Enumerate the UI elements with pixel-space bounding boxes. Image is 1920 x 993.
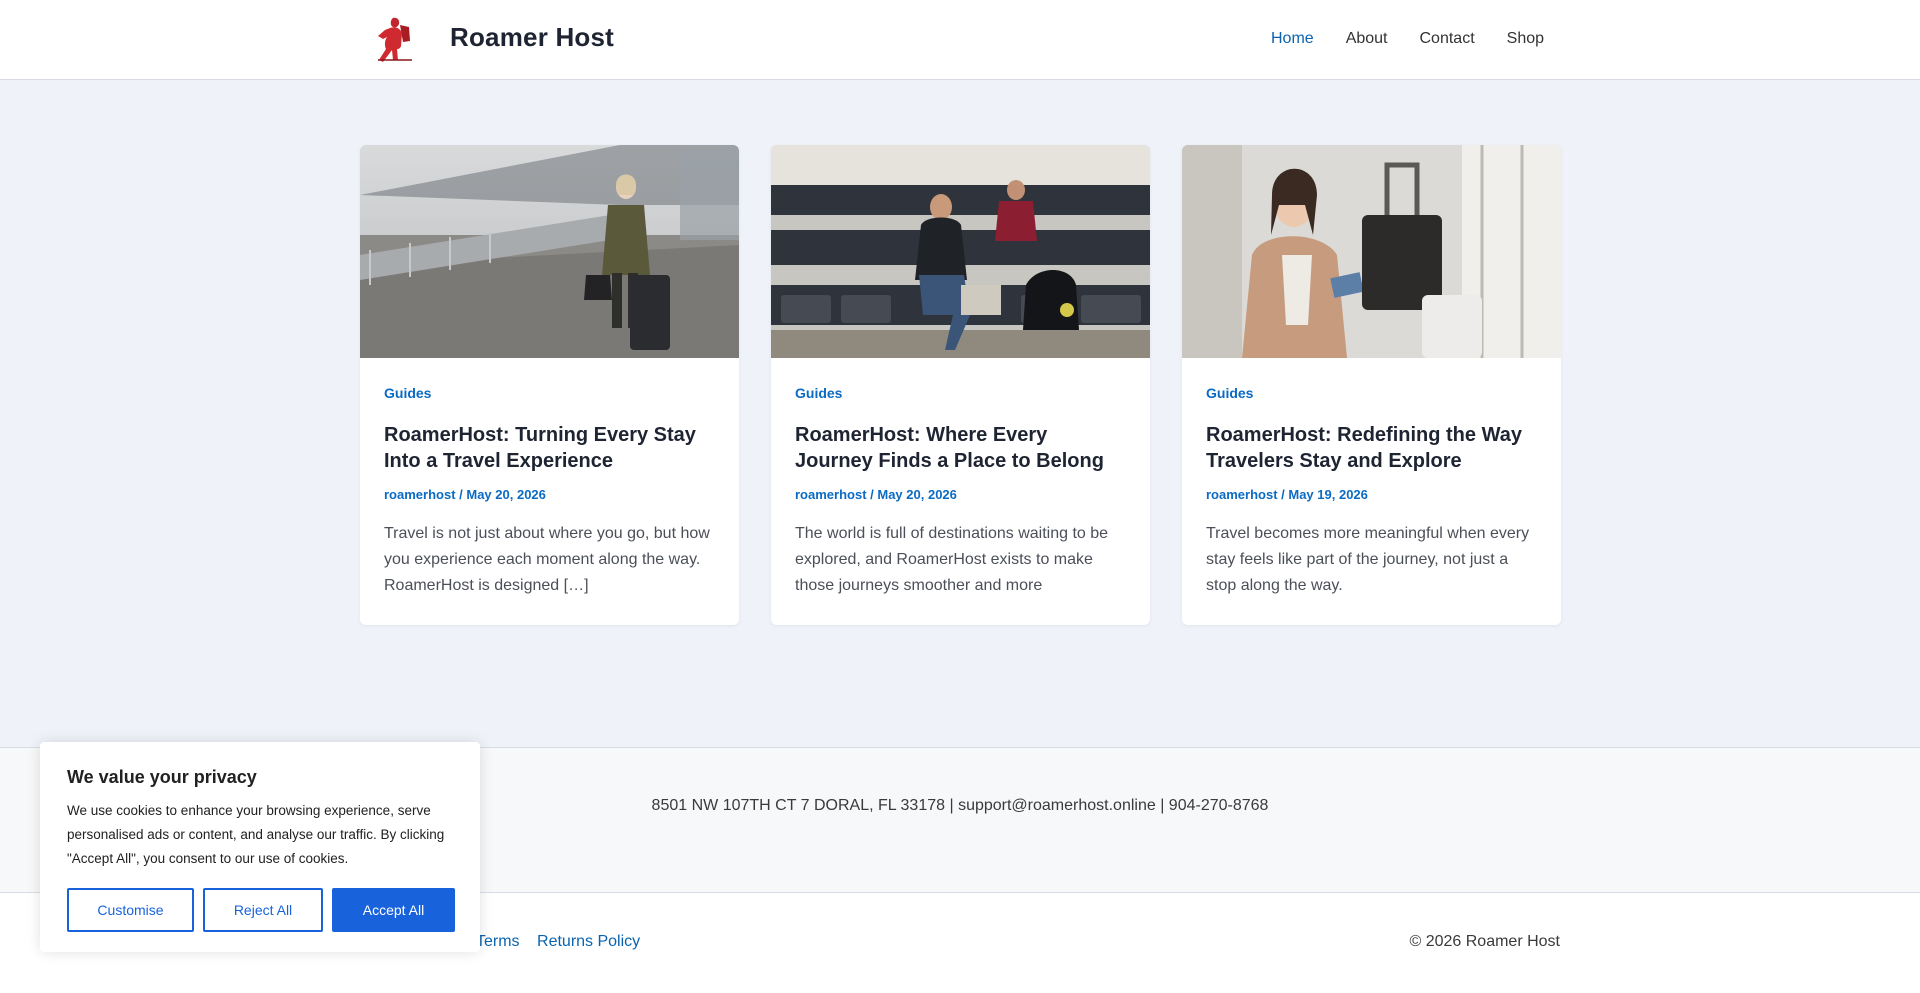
footer-link-terms[interactable]: Terms — [476, 933, 520, 950]
accept-all-button[interactable]: Accept All — [332, 888, 455, 932]
post-author-link[interactable]: roamerhost — [384, 487, 456, 502]
main-nav: Home About Contact Shop — [1271, 30, 1576, 48]
post-card: Guides RoamerHost: Where Every Journey F… — [771, 145, 1150, 625]
post-card: Guides RoamerHost: Redefining the Way Tr… — [1182, 145, 1561, 625]
customise-button[interactable]: Customise — [67, 888, 194, 932]
footer-link-returns-policy[interactable]: Returns Policy — [537, 933, 640, 950]
post-excerpt: Travel is not just about where you go, b… — [384, 525, 710, 594]
post-thumbnail-image[interactable] — [1182, 145, 1561, 358]
post-title-link[interactable]: RoamerHost: Where Every Journey Finds a … — [795, 422, 1126, 474]
post-excerpt: Travel becomes more meaningful when ever… — [1206, 525, 1530, 594]
post-title-link[interactable]: RoamerHost: Redefining the Way Travelers… — [1206, 422, 1537, 474]
post-date: May 20, 2026 — [466, 487, 546, 502]
nav-shop[interactable]: Shop — [1507, 30, 1544, 48]
meta-separator: / — [455, 487, 467, 502]
post-category-link[interactable]: Guides — [384, 385, 431, 401]
reject-all-button[interactable]: Reject All — [203, 888, 323, 932]
post-card: Guides RoamerHost: Turning Every Stay In… — [360, 145, 739, 625]
cookie-description: We use cookies to enhance your browsing … — [67, 803, 445, 866]
post-excerpt: The world is full of destinations waitin… — [795, 525, 1109, 594]
copyright-text: © 2026 Roamer Host — [1409, 933, 1560, 950]
meta-separator: / — [866, 487, 878, 502]
cookie-actions: Customise Reject All Accept All — [67, 888, 455, 932]
nav-about[interactable]: About — [1346, 30, 1388, 48]
traveler-logo-icon[interactable] — [376, 16, 414, 62]
post-title-link[interactable]: RoamerHost: Turning Every Stay Into a Tr… — [384, 422, 715, 474]
footer-links: Terms Returns Policy — [476, 933, 653, 951]
post-meta: roamerhost / May 20, 2026 — [795, 487, 1126, 502]
site-header: Roamer Host Home About Contact Shop — [0, 0, 1920, 80]
post-date: May 20, 2026 — [877, 487, 957, 502]
post-thumbnail-image[interactable] — [360, 145, 739, 358]
posts-grid: Guides RoamerHost: Turning Every Stay In… — [360, 145, 1561, 625]
nav-contact[interactable]: Contact — [1420, 30, 1475, 48]
cookie-consent-banner: We value your privacy We use cookies to … — [40, 742, 480, 952]
cookie-title: We value your privacy — [67, 767, 257, 787]
site-title[interactable]: Roamer Host — [450, 22, 614, 53]
post-thumbnail-image[interactable] — [771, 145, 1150, 358]
post-meta: roamerhost / May 20, 2026 — [384, 487, 715, 502]
post-meta: roamerhost / May 19, 2026 — [1206, 487, 1537, 502]
post-category-link[interactable]: Guides — [795, 385, 842, 401]
post-author-link[interactable]: roamerhost — [795, 487, 867, 502]
post-author-link[interactable]: roamerhost — [1206, 487, 1278, 502]
nav-home[interactable]: Home — [1271, 30, 1314, 48]
post-date: May 19, 2026 — [1288, 487, 1368, 502]
post-category-link[interactable]: Guides — [1206, 385, 1253, 401]
meta-separator: / — [1277, 487, 1289, 502]
